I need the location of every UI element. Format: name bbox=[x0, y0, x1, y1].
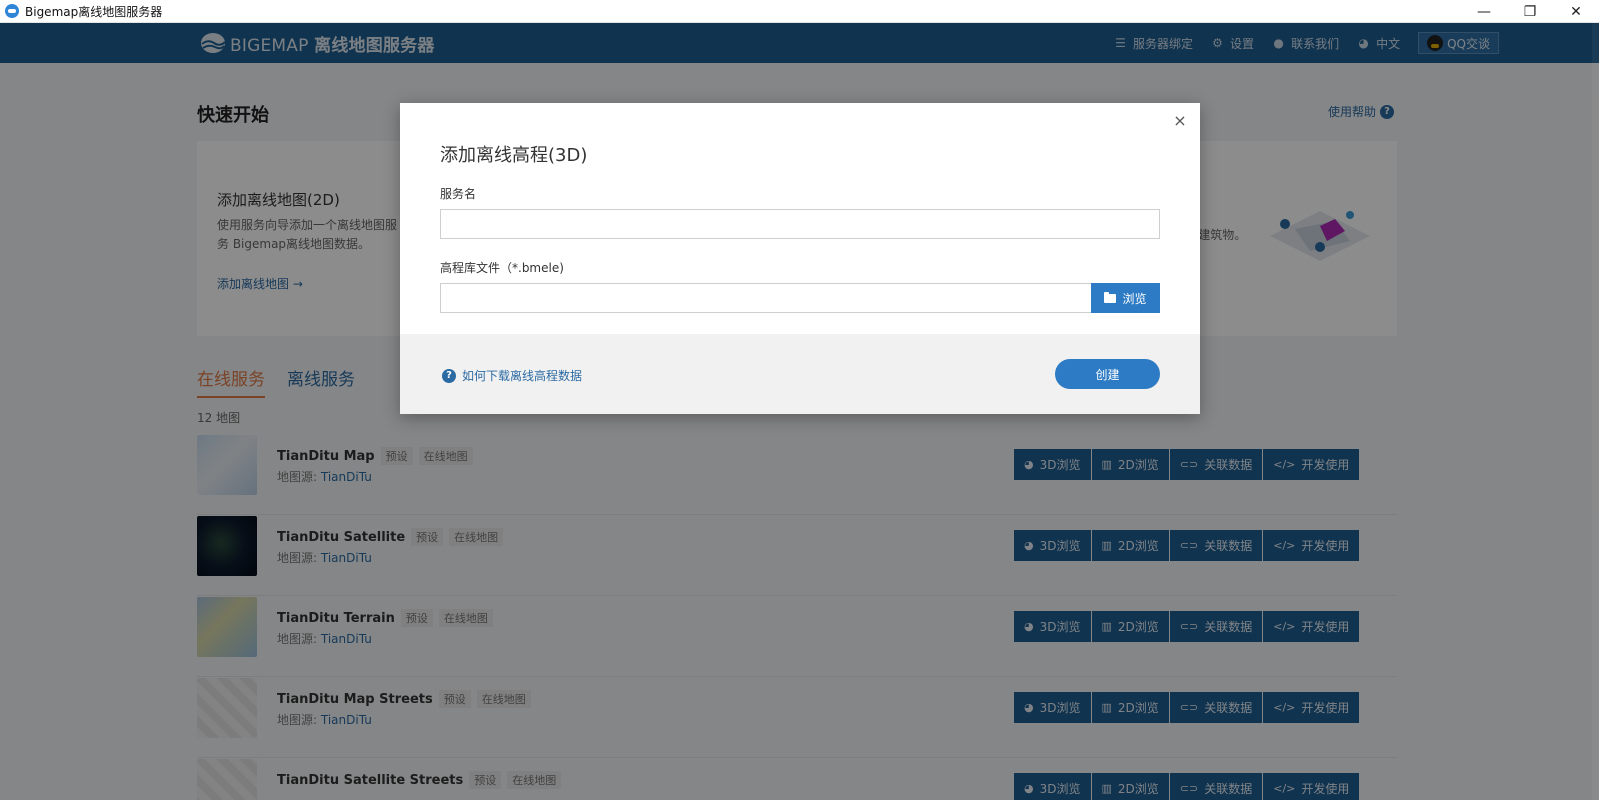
browse-file-label: 浏览 bbox=[1122, 291, 1147, 306]
folder-icon bbox=[1104, 291, 1117, 303]
window-titlebar: Bigemap离线地图服务器 — ❐ ✕ bbox=[0, 0, 1599, 23]
create-button[interactable]: 创建 bbox=[1055, 359, 1160, 389]
download-elevation-help-label: 如何下载离线高程数据 bbox=[462, 369, 583, 383]
service-name-input[interactable] bbox=[440, 209, 1160, 239]
question-icon: ? bbox=[442, 368, 456, 383]
window-controls: — ❐ ✕ bbox=[1461, 0, 1599, 23]
elevation-file-input[interactable] bbox=[440, 283, 1092, 313]
dialog-close-button[interactable]: × bbox=[1172, 113, 1188, 129]
scrollbar-thumb[interactable] bbox=[1593, 93, 1598, 513]
dialog-title: 添加离线高程(3D) bbox=[440, 145, 588, 166]
elevation-file-label: 高程库文件（*.bmele) bbox=[440, 261, 564, 275]
service-name-label: 服务名 bbox=[440, 187, 477, 201]
close-window-button[interactable]: ✕ bbox=[1553, 0, 1599, 23]
page-scrollbar[interactable] bbox=[1592, 23, 1599, 800]
app-logo-icon bbox=[5, 4, 19, 18]
browse-file-button[interactable]: 浏览 bbox=[1091, 283, 1160, 313]
dialog-footer: ? 如何下载离线高程数据 创建 bbox=[400, 334, 1200, 414]
window-title: Bigemap离线地图服务器 bbox=[25, 4, 163, 19]
add-elevation-dialog: × 添加离线高程(3D) 服务名 高程库文件（*.bmele) 浏览 ? 如何下… bbox=[400, 103, 1200, 414]
minimize-button[interactable]: — bbox=[1461, 0, 1507, 23]
restore-button[interactable]: ❐ bbox=[1507, 0, 1553, 23]
download-elevation-help-link[interactable]: ? 如何下载离线高程数据 bbox=[442, 367, 582, 384]
